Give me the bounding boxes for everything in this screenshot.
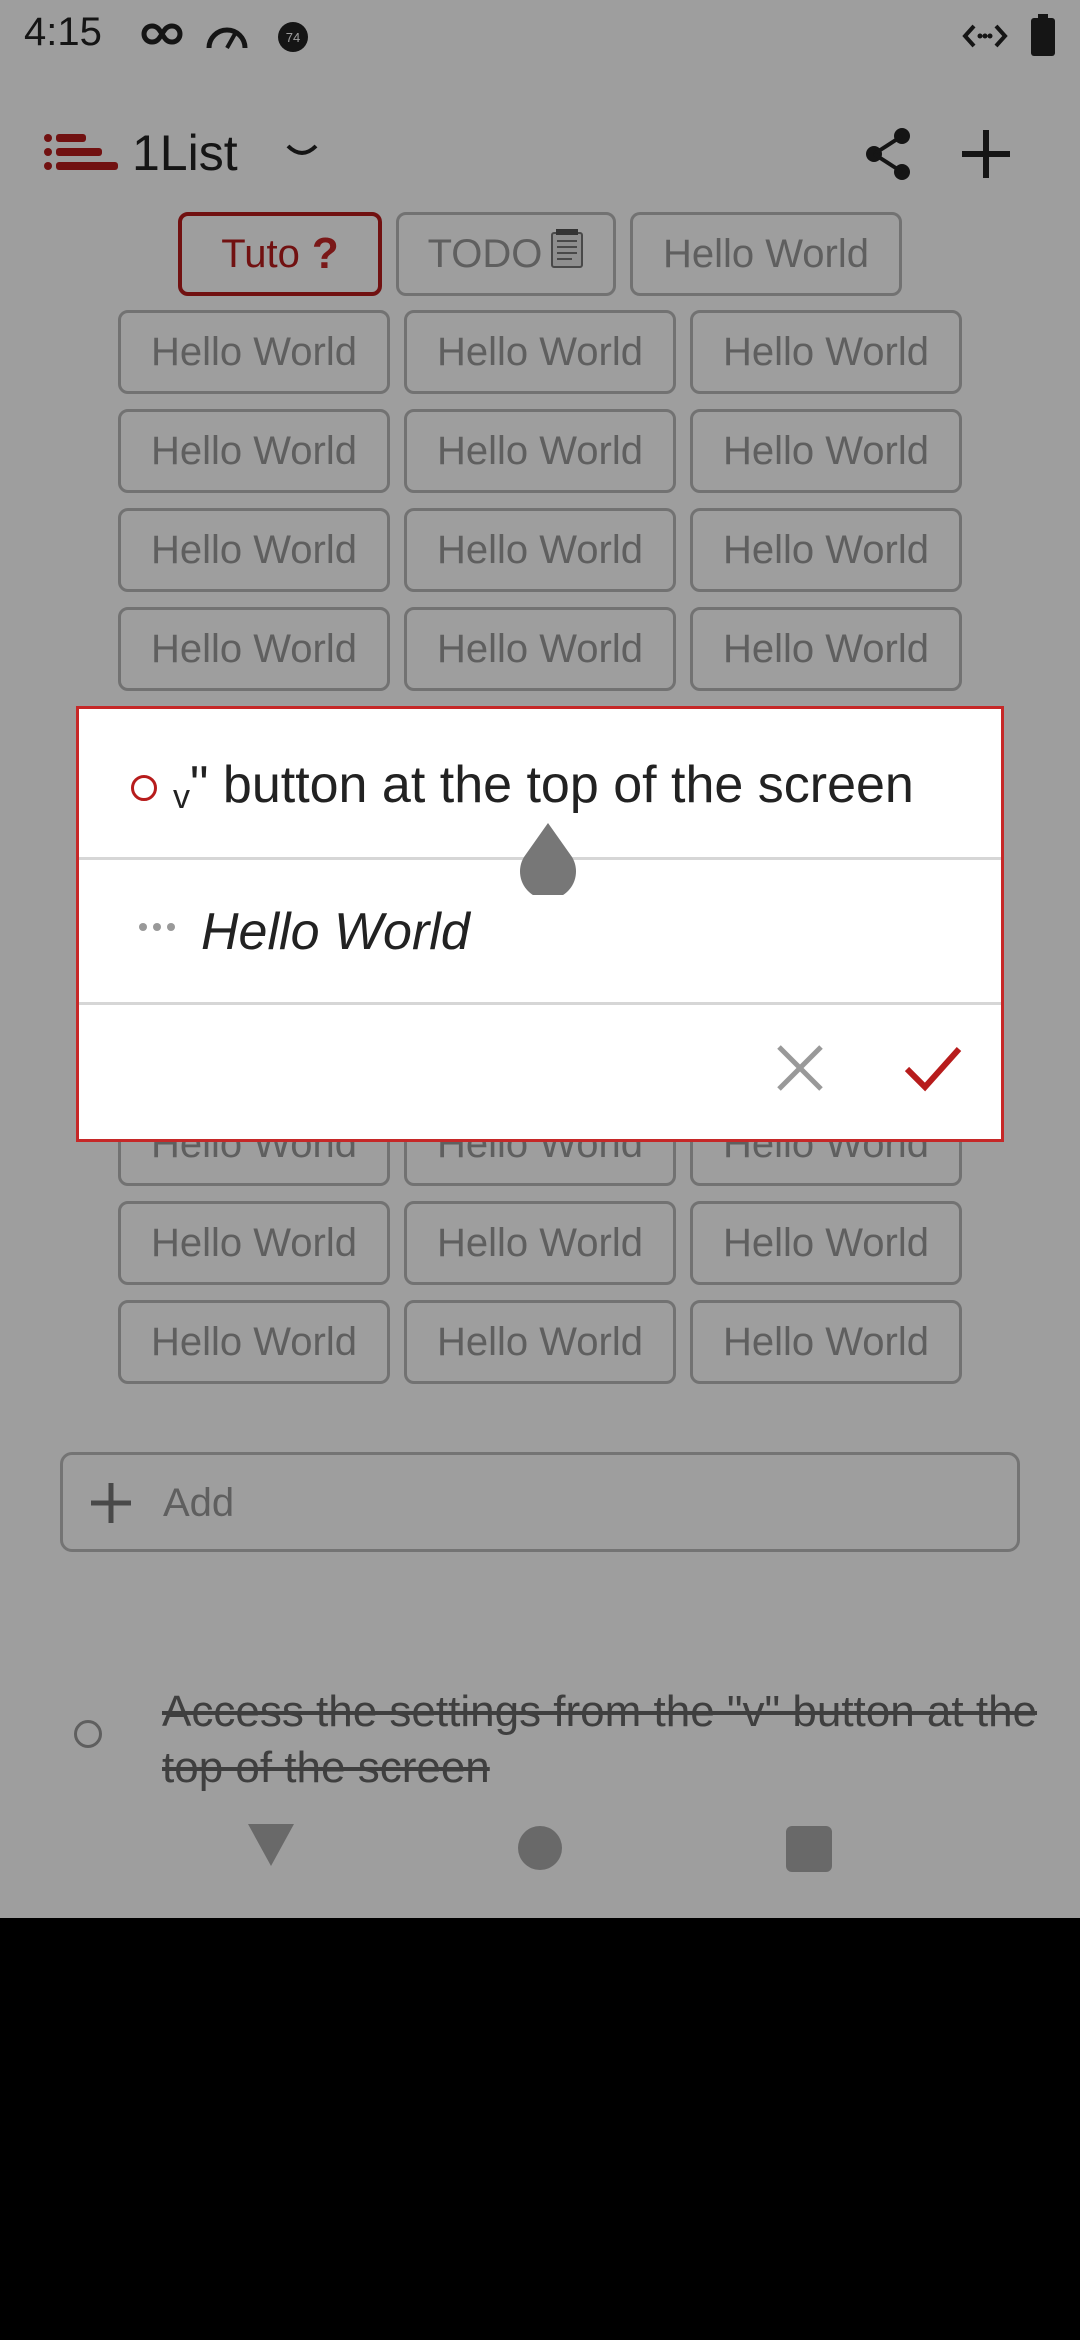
list-name: Hello World [201,903,470,961]
item-radio [131,775,157,801]
app-screen: 4:15 74 1List Tuto ? TODO Hello World He… [0,0,1080,1918]
edit-text-field[interactable]: v" button at the top of the screen [173,755,914,817]
list-select-row[interactable]: Hello World [79,860,1001,1005]
edit-text-value: " button at the top of the screen [190,756,914,814]
checkmark-icon[interactable] [903,1043,963,1098]
dialog-actions [79,1005,1001,1139]
edit-text-mark: v [173,778,190,816]
more-dots-icon [137,920,177,938]
edit-text-row[interactable]: v" button at the top of the screen [79,709,1001,900]
close-icon[interactable] [775,1043,825,1098]
edit-item-dialog: v" button at the top of the screen Hello… [76,706,1004,1142]
